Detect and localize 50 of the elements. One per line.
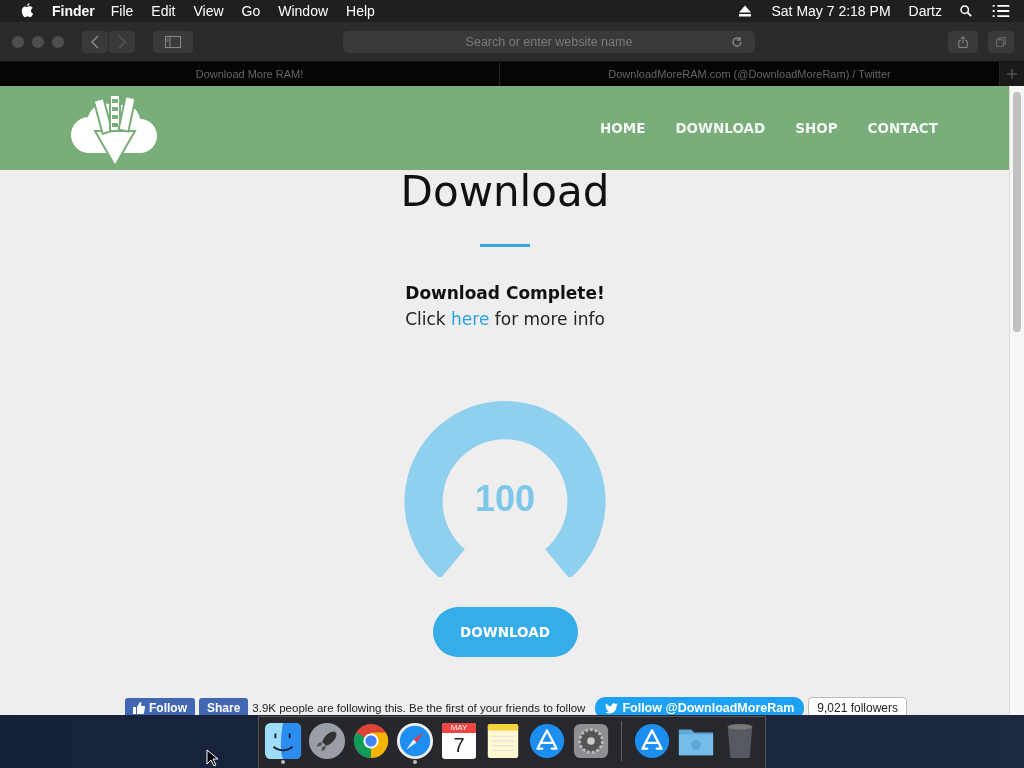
menu-item[interactable]: Help <box>346 3 375 19</box>
app-store-icon[interactable] <box>528 721 566 760</box>
facebook-text: 3.9K people are following this. Be the first of your friends to follow <box>252 702 586 714</box>
reload-icon[interactable] <box>731 35 743 48</box>
rocket-icon[interactable] <box>308 721 346 760</box>
list-icon[interactable] <box>992 5 1010 17</box>
scrollbar-thumb[interactable] <box>1013 92 1021 332</box>
facebook-share-button[interactable]: Share <box>199 698 249 715</box>
title-underline <box>480 244 530 247</box>
minimize-button[interactable] <box>32 35 44 48</box>
address-field[interactable]: Search or enter website name <box>343 30 755 53</box>
gauge-value: 100 <box>474 479 536 519</box>
sidebar-button[interactable] <box>153 30 193 53</box>
sidebar-icon[interactable] <box>165 35 181 48</box>
thumbs-up-icon <box>133 702 145 714</box>
menu-clock[interactable]: Sat May 7 2:18 PM <box>771 3 891 19</box>
calendar-icon[interactable]: MAY 7 <box>442 722 476 759</box>
menu-user[interactable]: Dartz <box>908 3 942 19</box>
zoom-button[interactable] <box>52 35 64 48</box>
menu-item[interactable]: Edit <box>151 3 176 19</box>
finder-icon[interactable] <box>264 721 302 760</box>
tabs-button[interactable] <box>988 30 1014 53</box>
facebook-follow-button[interactable]: Follow <box>125 698 195 715</box>
twitter-follow-button[interactable]: Follow @DownloadMoreRam <box>595 697 805 715</box>
close-button[interactable] <box>12 35 24 48</box>
page-title: Download <box>400 170 610 214</box>
tabs-icon[interactable] <box>996 34 1006 49</box>
followers-count: 9,021 followers <box>808 697 908 715</box>
menu-item[interactable]: Window <box>278 3 329 19</box>
info-text: Click here for more info <box>405 309 605 329</box>
menu-app-name[interactable]: Finder <box>52 3 95 19</box>
search-icon[interactable] <box>960 5 972 17</box>
back-button[interactable] <box>82 30 108 53</box>
pointer-cursor-icon <box>206 749 218 767</box>
status-text: Download Complete! <box>405 283 605 303</box>
menu-item[interactable]: View <box>193 3 224 19</box>
share-button[interactable] <box>948 30 978 53</box>
chrome-icon[interactable] <box>352 721 390 760</box>
share-icon[interactable] <box>958 34 968 49</box>
apple-icon[interactable] <box>20 3 34 19</box>
chevron-left-icon[interactable] <box>90 34 100 49</box>
new-tab-button[interactable] <box>1000 62 1024 86</box>
menu-item[interactable]: File <box>110 3 134 19</box>
plus-icon[interactable] <box>1007 69 1017 79</box>
app-store-icon[interactable] <box>633 721 671 760</box>
menu-item[interactable]: Go <box>241 3 261 19</box>
eject-icon[interactable] <box>739 5 752 17</box>
compass-icon[interactable] <box>396 721 434 760</box>
bird-icon <box>605 702 619 714</box>
gear-icon[interactable] <box>572 721 610 760</box>
